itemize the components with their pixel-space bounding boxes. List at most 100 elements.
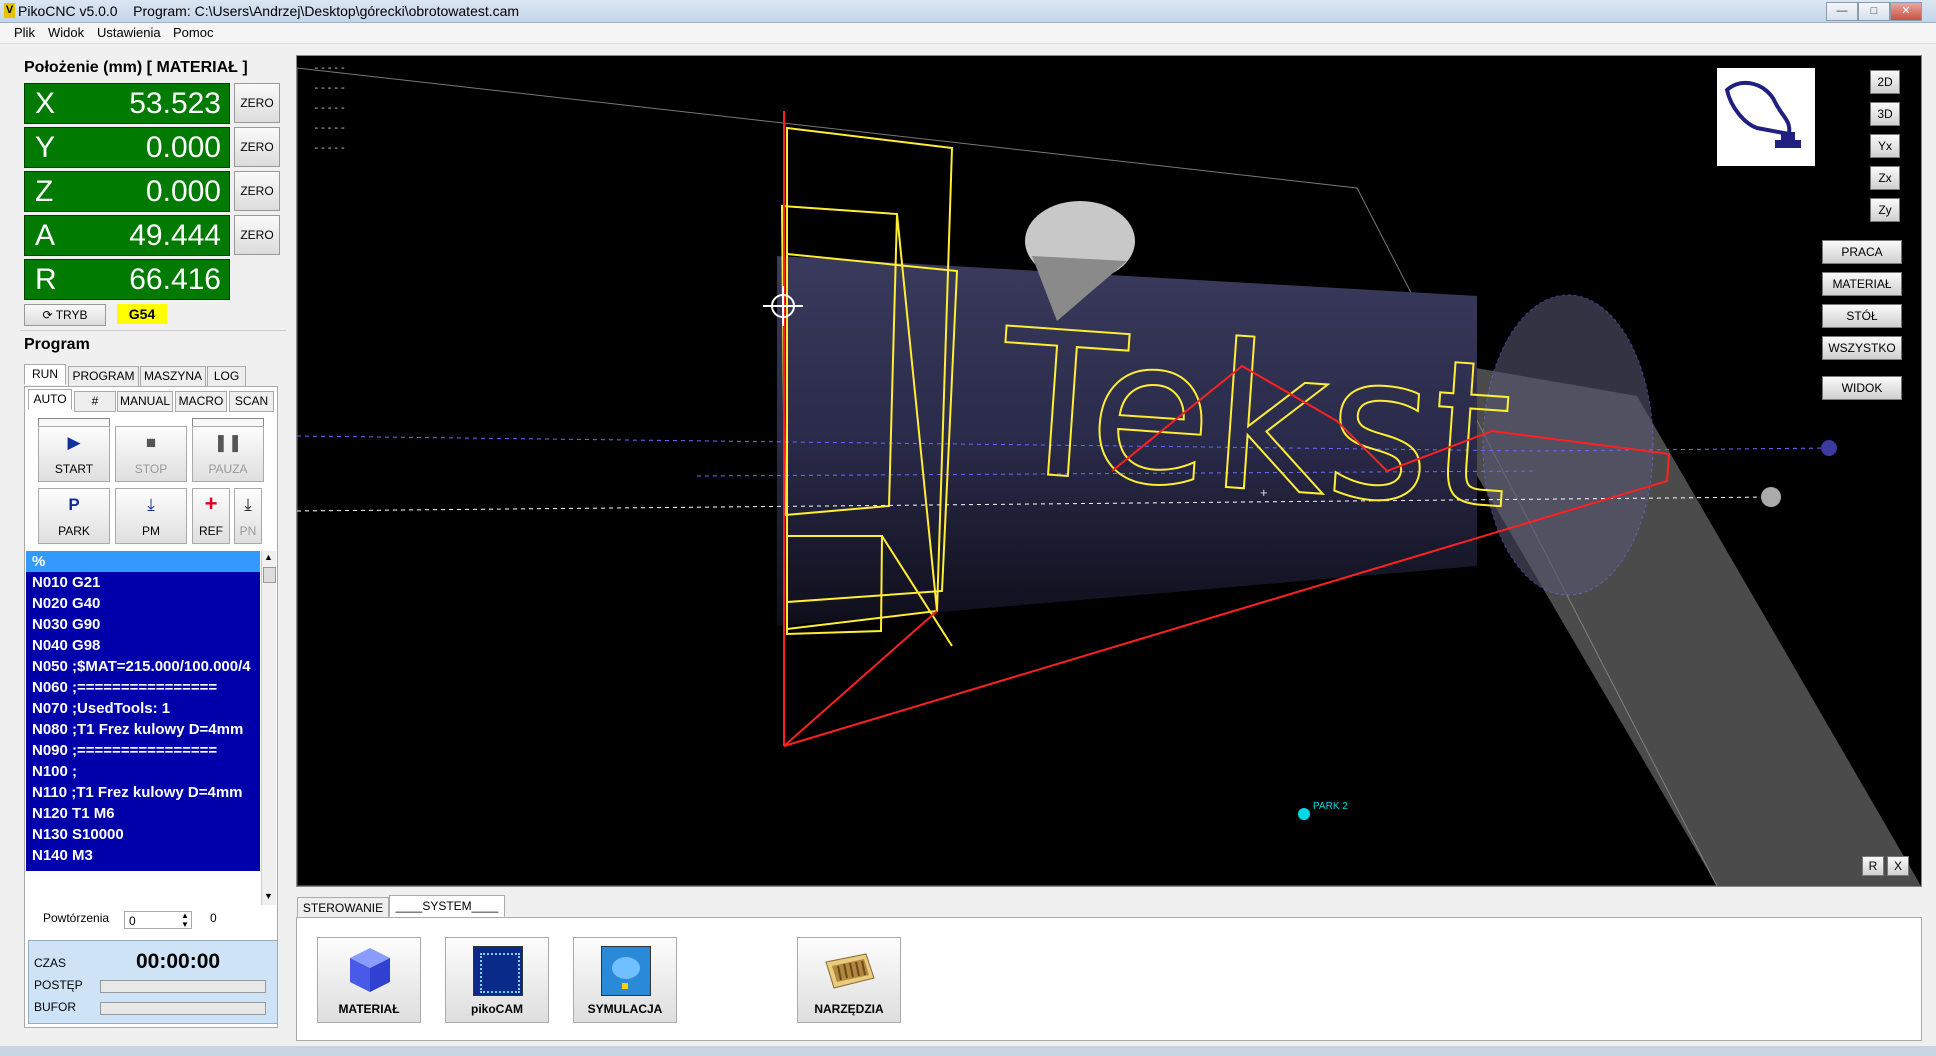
pikocam-tool-label: pikoCAM	[471, 1002, 523, 1016]
engraved-text: Tekst	[993, 286, 1519, 554]
tab-system[interactable]: ____SYSTEM____	[389, 895, 505, 917]
gcode-line[interactable]: N030 G90	[26, 614, 260, 635]
stop-button[interactable]: ■ STOP	[115, 426, 187, 482]
title-bar: V PikoCNC v5.0.0 Program: C:\Users\Andrz…	[0, 0, 1936, 23]
view-widok-button[interactable]: WIDOK	[1822, 376, 1902, 400]
gcode-line[interactable]: N070 ;UsedTools: 1	[26, 698, 260, 719]
cube-icon	[350, 948, 390, 992]
gcode-line[interactable]: N140 M3	[26, 845, 260, 866]
view-2d-button[interactable]: 2D	[1870, 70, 1900, 94]
tools-tool-button[interactable]: NARZĘDZIA	[797, 937, 901, 1023]
scroll-up-icon[interactable]: ▲	[264, 552, 273, 562]
reset-view-button[interactable]: R	[1862, 856, 1884, 876]
gcode-line[interactable]: N120 T1 M6	[26, 803, 260, 824]
mode-button[interactable]: ⟳ TRYB	[24, 304, 106, 326]
pause-button[interactable]: ❚❚ PAUZA	[192, 426, 264, 482]
park-point-icon	[1298, 808, 1310, 820]
view-yx-button[interactable]: Yx	[1870, 134, 1900, 158]
gcode-list[interactable]: % N010 G21 N020 G40 N030 G90 N040 G98 N050 ;$…	[26, 551, 260, 871]
scroll-down-icon[interactable]: ▼	[264, 891, 273, 901]
scope-praca-button[interactable]: PRACA	[1822, 240, 1902, 264]
pikocam-tool-button[interactable]: pikoCAM	[445, 937, 549, 1023]
tab-maszyna[interactable]: MASZYNA	[140, 366, 206, 387]
menu-plik[interactable]: Plik	[14, 25, 35, 40]
menu-pomoc[interactable]: Pomoc	[173, 25, 213, 40]
gcode-line[interactable]: N050 ;$MAT=215.000/100.000/4	[26, 656, 260, 677]
gcode-line[interactable]: N080 ;T1 Frez kulowy D=4mm	[26, 719, 260, 740]
time-label: CZAS	[34, 956, 67, 970]
tab-run[interactable]: RUN	[24, 364, 66, 385]
simulation-tool-button[interactable]: SYMULACJA	[573, 937, 677, 1023]
coord-z: Z 0.000	[24, 171, 230, 212]
3d-viewport[interactable]: Tekst + ----- ----- ----- ----- ----- PARK 2…	[296, 55, 1922, 887]
simulation-dot	[622, 983, 628, 989]
hand-press-icon	[1724, 80, 1801, 148]
hand-button-logo	[1717, 68, 1815, 166]
view-3d-button[interactable]: 3D	[1870, 102, 1900, 126]
stop-label: STOP	[134, 462, 168, 476]
gcode-line[interactable]: %	[26, 551, 260, 572]
gcode-line[interactable]: N060 ;================	[26, 677, 260, 698]
tools-box-icon	[825, 953, 875, 989]
close-view-button[interactable]: X	[1887, 856, 1909, 876]
mode-button-label: TRYB	[55, 308, 88, 322]
zero-x-button[interactable]: ZERO	[234, 83, 280, 123]
minimize-button[interactable]: —	[1826, 2, 1858, 21]
pn-button[interactable]: ⤓ PN	[234, 488, 262, 544]
gcode-line[interactable]: N020 G40	[26, 593, 260, 614]
gcode-line[interactable]: N090 ;================	[26, 740, 260, 761]
spinner-down-icon[interactable]: ▼	[181, 920, 189, 929]
coord-system-badge: G54	[117, 304, 167, 324]
spinner-up-icon[interactable]: ▲	[181, 911, 189, 920]
close-button[interactable]: ✕	[1890, 2, 1922, 21]
ref-label: REF	[199, 524, 223, 538]
repeat-spinner[interactable]: ▲ ▼	[178, 911, 192, 929]
subtab-macro[interactable]: MACRO	[175, 391, 227, 412]
material-tool-button[interactable]: MATERIAŁ	[317, 937, 421, 1023]
gcode-line[interactable]: N100 ;	[26, 761, 260, 782]
tab-log[interactable]: LOG	[207, 366, 246, 387]
zero-a-button[interactable]: ZERO	[234, 215, 280, 255]
scope-wszystko-button[interactable]: WSZYSTKO	[1822, 336, 1902, 360]
maximize-button[interactable]: □	[1858, 2, 1890, 21]
start-button[interactable]: ▶ START	[38, 426, 110, 482]
overlay-dashes: ----- ----- ----- ----- -----	[313, 61, 347, 154]
coord-x: X 53.523	[24, 83, 230, 124]
axis-value-r: 66.416	[129, 263, 221, 296]
subtab-manual[interactable]: MANUAL	[117, 391, 173, 412]
gcode-line[interactable]: N150 G0 Z5	[26, 866, 260, 871]
gcode-line[interactable]: N010 G21	[26, 572, 260, 593]
pm-button[interactable]: ⤓ PM	[115, 488, 187, 544]
tab-program[interactable]: PROGRAM	[68, 366, 139, 387]
tools-tool-label: NARZĘDZIA	[814, 1002, 884, 1016]
tab-sterowanie[interactable]: STEROWANIE	[297, 897, 389, 919]
view-zx-button[interactable]: Zx	[1870, 166, 1900, 190]
time-value: 00:00:00	[136, 950, 221, 973]
simulation-tool-label: SYMULACJA	[587, 1002, 663, 1016]
subtab-hash[interactable]: #	[74, 391, 116, 412]
simulation-shape	[612, 957, 640, 979]
coord-r: R 66.416	[24, 259, 230, 300]
gcode-scrollbar[interactable]: ▲ ▼	[261, 551, 276, 905]
park-button[interactable]: P PARK	[38, 488, 110, 544]
view-zy-button[interactable]: Zy	[1870, 198, 1900, 222]
menu-widok[interactable]: Widok	[48, 25, 84, 40]
gcode-line[interactable]: N040 G98	[26, 635, 260, 656]
scope-material-button[interactable]: MATERIAŁ	[1822, 272, 1902, 296]
buffer-label: BUFOR	[34, 1000, 76, 1014]
park-label: PARK	[58, 524, 90, 538]
gcode-line[interactable]: N130 S10000	[26, 824, 260, 845]
subtab-auto[interactable]: AUTO	[28, 389, 72, 410]
scope-stol-button[interactable]: STÓŁ	[1822, 304, 1902, 328]
zero-z-button[interactable]: ZERO	[234, 171, 280, 211]
taskbar	[0, 1046, 1936, 1056]
axis-value-y: 0.000	[145, 131, 221, 164]
axis-label-a: A	[35, 219, 56, 252]
gcode-line[interactable]: N110 ;T1 Frez kulowy D=4mm	[26, 782, 260, 803]
ref-button[interactable]: + REF	[192, 488, 230, 544]
subtab-scan[interactable]: SCAN	[229, 391, 274, 412]
zero-y-button[interactable]: ZERO	[234, 127, 280, 167]
menu-ustawienia[interactable]: Ustawienia	[97, 25, 161, 40]
scene-svg: Tekst +	[297, 67, 1921, 886]
scroll-thumb[interactable]	[263, 567, 276, 583]
